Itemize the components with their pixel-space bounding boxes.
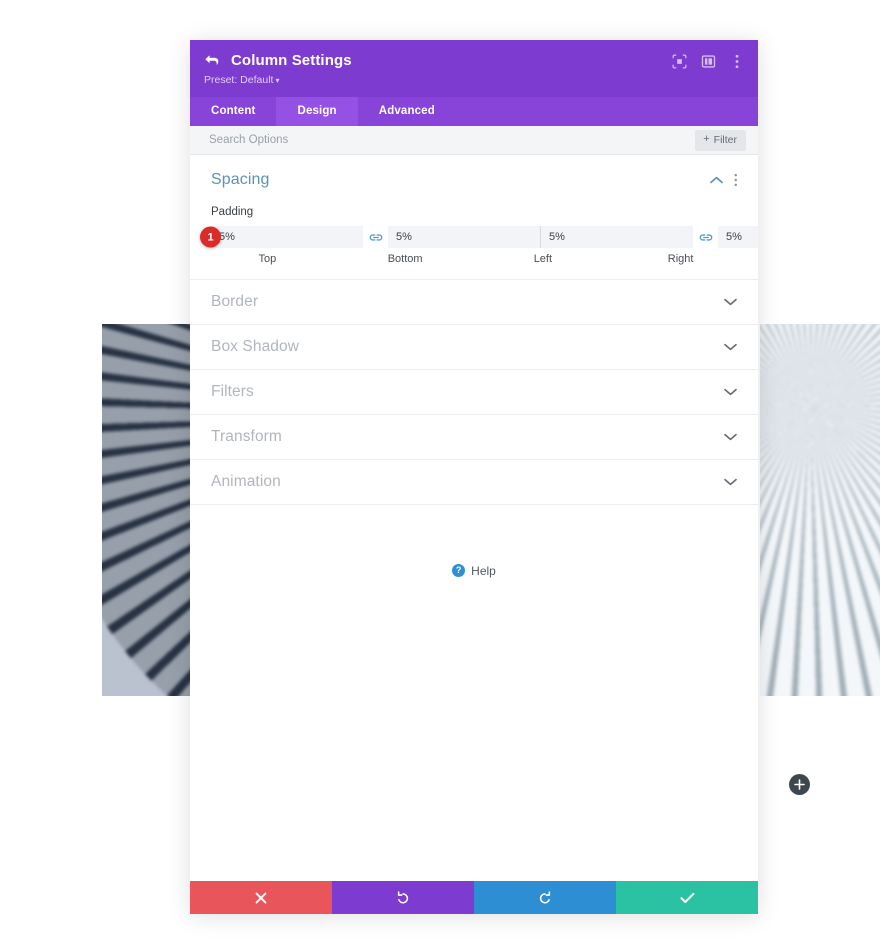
padding-left-caption: Left (533, 253, 553, 265)
cancel-button[interactable] (190, 881, 332, 914)
back-arrow-icon[interactable] (204, 54, 219, 67)
link-chain-icon-top-bottom[interactable] (363, 226, 388, 248)
modal-title: Column Settings (231, 52, 352, 69)
padding-top-caption: Top (258, 253, 277, 265)
chevron-down-icon[interactable] (724, 433, 737, 441)
header-actions (671, 53, 745, 69)
preset-label: Preset: Default (204, 74, 274, 86)
padding-top-input[interactable] (211, 226, 363, 248)
section-transform[interactable]: Transform (190, 414, 758, 459)
padding-left-input[interactable] (541, 226, 693, 248)
save-button[interactable] (616, 881, 758, 914)
modal-body[interactable]: Spacing Padding 1 5% 5% 5% 5% Top Bottom… (190, 155, 758, 881)
help-label[interactable]: Help (471, 564, 496, 578)
plus-icon (794, 779, 805, 790)
chevron-down-icon[interactable] (724, 298, 737, 306)
add-module-button[interactable] (789, 774, 810, 795)
background-image-left (102, 324, 195, 696)
filter-button[interactable]: + Filter (695, 129, 746, 151)
chevron-down-icon[interactable] (724, 478, 737, 486)
help-question-icon: ? (452, 564, 466, 577)
section-spacing-title: Spacing (211, 171, 270, 188)
chevron-down-icon[interactable] (724, 343, 737, 351)
padding-right-caption: Right (667, 253, 694, 265)
checkmark-icon (679, 892, 694, 903)
section-box-shadow-title: Box Shadow (211, 338, 300, 355)
modal-header: Column Settings Preset: Default ▾ (190, 40, 758, 97)
redo-button[interactable] (474, 881, 616, 914)
step-marker-badge: 1 (200, 226, 221, 248)
tab-advanced[interactable]: Advanced (358, 97, 456, 126)
section-filters[interactable]: Filters (190, 369, 758, 414)
dome-photo-right (760, 324, 880, 696)
chevron-down-icon[interactable] (724, 388, 737, 396)
section-animation[interactable]: Animation (190, 459, 758, 504)
background-image-right (760, 324, 880, 696)
search-row: + Filter (190, 126, 758, 155)
padding-fields-row: 1 (200, 226, 758, 248)
section-transform-title: Transform (211, 428, 282, 445)
tab-design[interactable]: Design (276, 97, 358, 126)
padding-label: Padding (211, 206, 254, 218)
preset-selector[interactable]: Preset: Default ▾ (204, 74, 279, 86)
chevron-up-icon[interactable] (709, 176, 723, 184)
dome-photo-left (102, 324, 195, 696)
kebab-menu-icon[interactable] (734, 173, 738, 187)
close-x-icon (255, 892, 267, 903)
padding-captions: Top Bottom Left Right (211, 253, 737, 265)
padding-bottom-input[interactable] (388, 226, 540, 248)
modal-tabs: Content Design Advanced (190, 97, 758, 126)
link-chain-icon-left-right[interactable] (693, 226, 718, 248)
section-box-shadow[interactable]: Box Shadow (190, 324, 758, 369)
section-filters-title: Filters (211, 383, 254, 400)
focus-target-icon[interactable] (671, 53, 687, 69)
more-options-icon[interactable] (729, 53, 745, 69)
plus-icon: + (703, 133, 710, 145)
undo-arrow-icon (397, 890, 409, 903)
help-row[interactable]: ? Help (190, 504, 758, 596)
builder-canvas: Column Settings Preset: Default ▾ Conten… (0, 0, 880, 951)
padding-bottom-caption: Bottom (387, 253, 423, 265)
redo-arrow-icon (539, 890, 551, 903)
padding-right-input[interactable] (718, 226, 758, 248)
section-border-title: Border (211, 293, 259, 310)
tab-content[interactable]: Content (190, 97, 276, 126)
filter-label: Filter (713, 133, 737, 146)
undo-button[interactable] (332, 881, 474, 914)
preset-caret-icon: ▾ (275, 76, 280, 85)
section-border[interactable]: Border (190, 279, 758, 324)
section-animation-title: Animation (211, 473, 281, 490)
modal-footer (190, 881, 758, 914)
search-input[interactable] (209, 134, 696, 146)
layout-columns-icon[interactable] (700, 53, 716, 69)
column-settings-modal: Column Settings Preset: Default ▾ Conten… (190, 40, 758, 914)
section-spacing: Spacing Padding 1 5% 5% 5% 5% Top Bottom… (190, 155, 758, 279)
